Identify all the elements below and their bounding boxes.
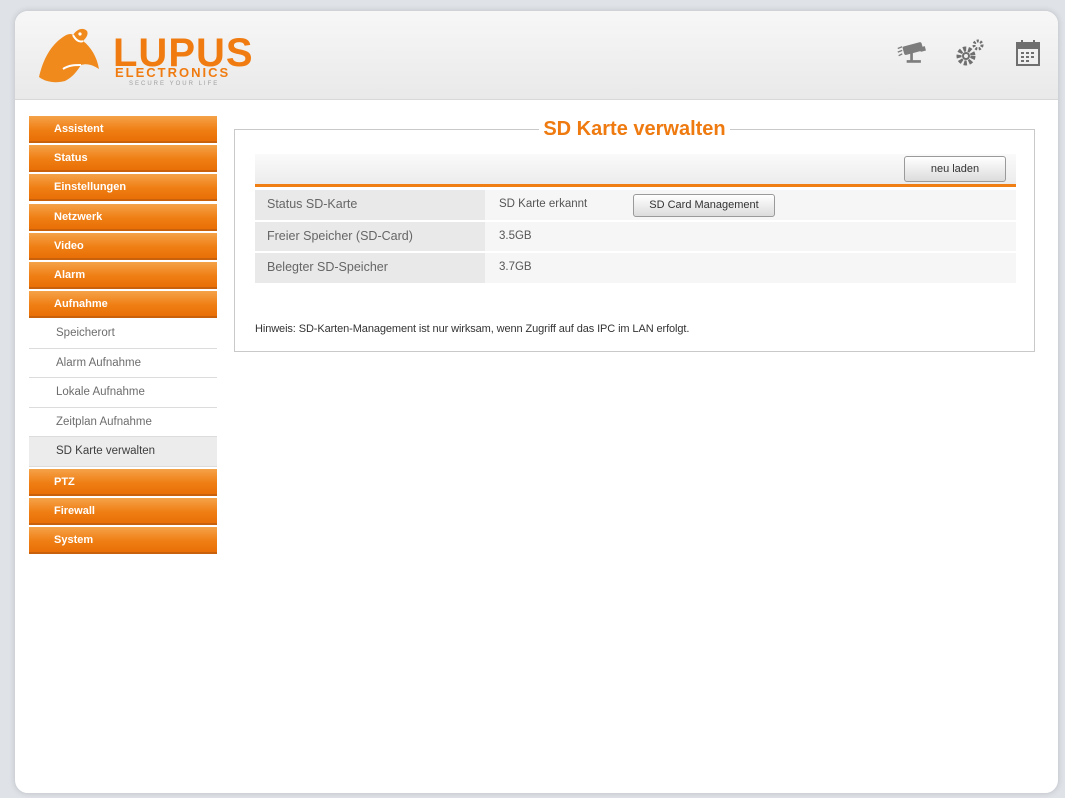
logo[interactable]: LUPUS ELECTRONICS SECURE YOUR LIFE xyxy=(33,25,263,95)
gear-icon[interactable] xyxy=(954,37,986,69)
sd-info-table: Status SD-Karte SD Karte erkannt SD Card… xyxy=(255,190,1016,285)
sidebar-item-system[interactable]: System xyxy=(29,527,217,555)
sidebar-item-netzwerk[interactable]: Netzwerk xyxy=(29,203,217,231)
status-value: SD Karte erkannt xyxy=(499,198,588,210)
sidebar-item-status[interactable]: Status xyxy=(29,145,217,173)
sidebar-subitem-lokale-aufnahme[interactable]: Lokale Aufnahme xyxy=(29,378,217,408)
app-window: LUPUS ELECTRONICS SECURE YOUR LIFE Assis… xyxy=(14,10,1059,794)
row-label-free-space: Freier Speicher (SD-Card) xyxy=(255,221,485,251)
sidebar-nav: Assistent Status Einstellungen Netzwerk … xyxy=(29,116,217,556)
sidebar-item-video[interactable]: Video xyxy=(29,232,217,260)
row-value-status: SD Karte erkannt SD Card Management xyxy=(485,190,1016,220)
reload-button[interactable]: neu laden xyxy=(904,156,1006,182)
header-icons xyxy=(896,37,1044,69)
sidebar-subitem-speicherort[interactable]: Speicherort xyxy=(29,319,217,349)
logo-tagline: SECURE YOUR LIFE xyxy=(129,81,220,87)
sd-card-panel: SD Karte verwalten neu laden Status SD-K… xyxy=(234,118,1035,352)
table-row: Belegter SD-Speicher 3.7GB xyxy=(255,253,1016,285)
sidebar-subnav-aufnahme: Speicherort Alarm Aufnahme Lokale Aufnah… xyxy=(29,319,217,467)
table-row: Freier Speicher (SD-Card) 3.5GB xyxy=(255,221,1016,253)
sd-card-management-button[interactable]: SD Card Management xyxy=(633,194,775,217)
panel-toolbar: neu laden xyxy=(255,154,1016,187)
sidebar-item-einstellungen[interactable]: Einstellungen xyxy=(29,174,217,202)
sidebar-item-ptz[interactable]: PTZ xyxy=(29,468,217,496)
row-label-used-space: Belegter SD-Speicher xyxy=(255,253,485,283)
row-value-free-space: 3.5GB xyxy=(499,229,532,242)
sidebar-subitem-zeitplan-aufnahme[interactable]: Zeitplan Aufnahme xyxy=(29,407,217,438)
sidebar-item-assistent[interactable]: Assistent xyxy=(29,116,217,143)
calendar-icon[interactable] xyxy=(1012,37,1044,69)
sidebar-item-alarm[interactable]: Alarm xyxy=(29,261,217,289)
row-value-used-space: 3.7GB xyxy=(499,261,532,273)
row-label-status: Status SD-Karte xyxy=(255,190,485,220)
wolf-logo-icon xyxy=(39,28,99,83)
page-title-wrap: SD Karte verwalten xyxy=(235,118,1034,141)
logo-sub-text: ELECTRONICS xyxy=(115,65,231,80)
page-title: SD Karte verwalten xyxy=(539,118,730,140)
camera-icon[interactable] xyxy=(896,37,928,69)
sidebar-subitem-alarm-aufnahme[interactable]: Alarm Aufnahme xyxy=(29,348,217,379)
sidebar-item-aufnahme[interactable]: Aufnahme xyxy=(29,291,217,319)
hint-text: Hinweis: SD-Karten-Management ist nur wi… xyxy=(255,323,690,335)
table-row: Status SD-Karte SD Karte erkannt SD Card… xyxy=(255,190,1016,222)
sidebar-item-firewall[interactable]: Firewall xyxy=(29,498,217,525)
sidebar-subitem-sd-karte-verwalten[interactable]: SD Karte verwalten xyxy=(29,437,217,467)
header: LUPUS ELECTRONICS SECURE YOUR LIFE xyxy=(15,11,1058,100)
